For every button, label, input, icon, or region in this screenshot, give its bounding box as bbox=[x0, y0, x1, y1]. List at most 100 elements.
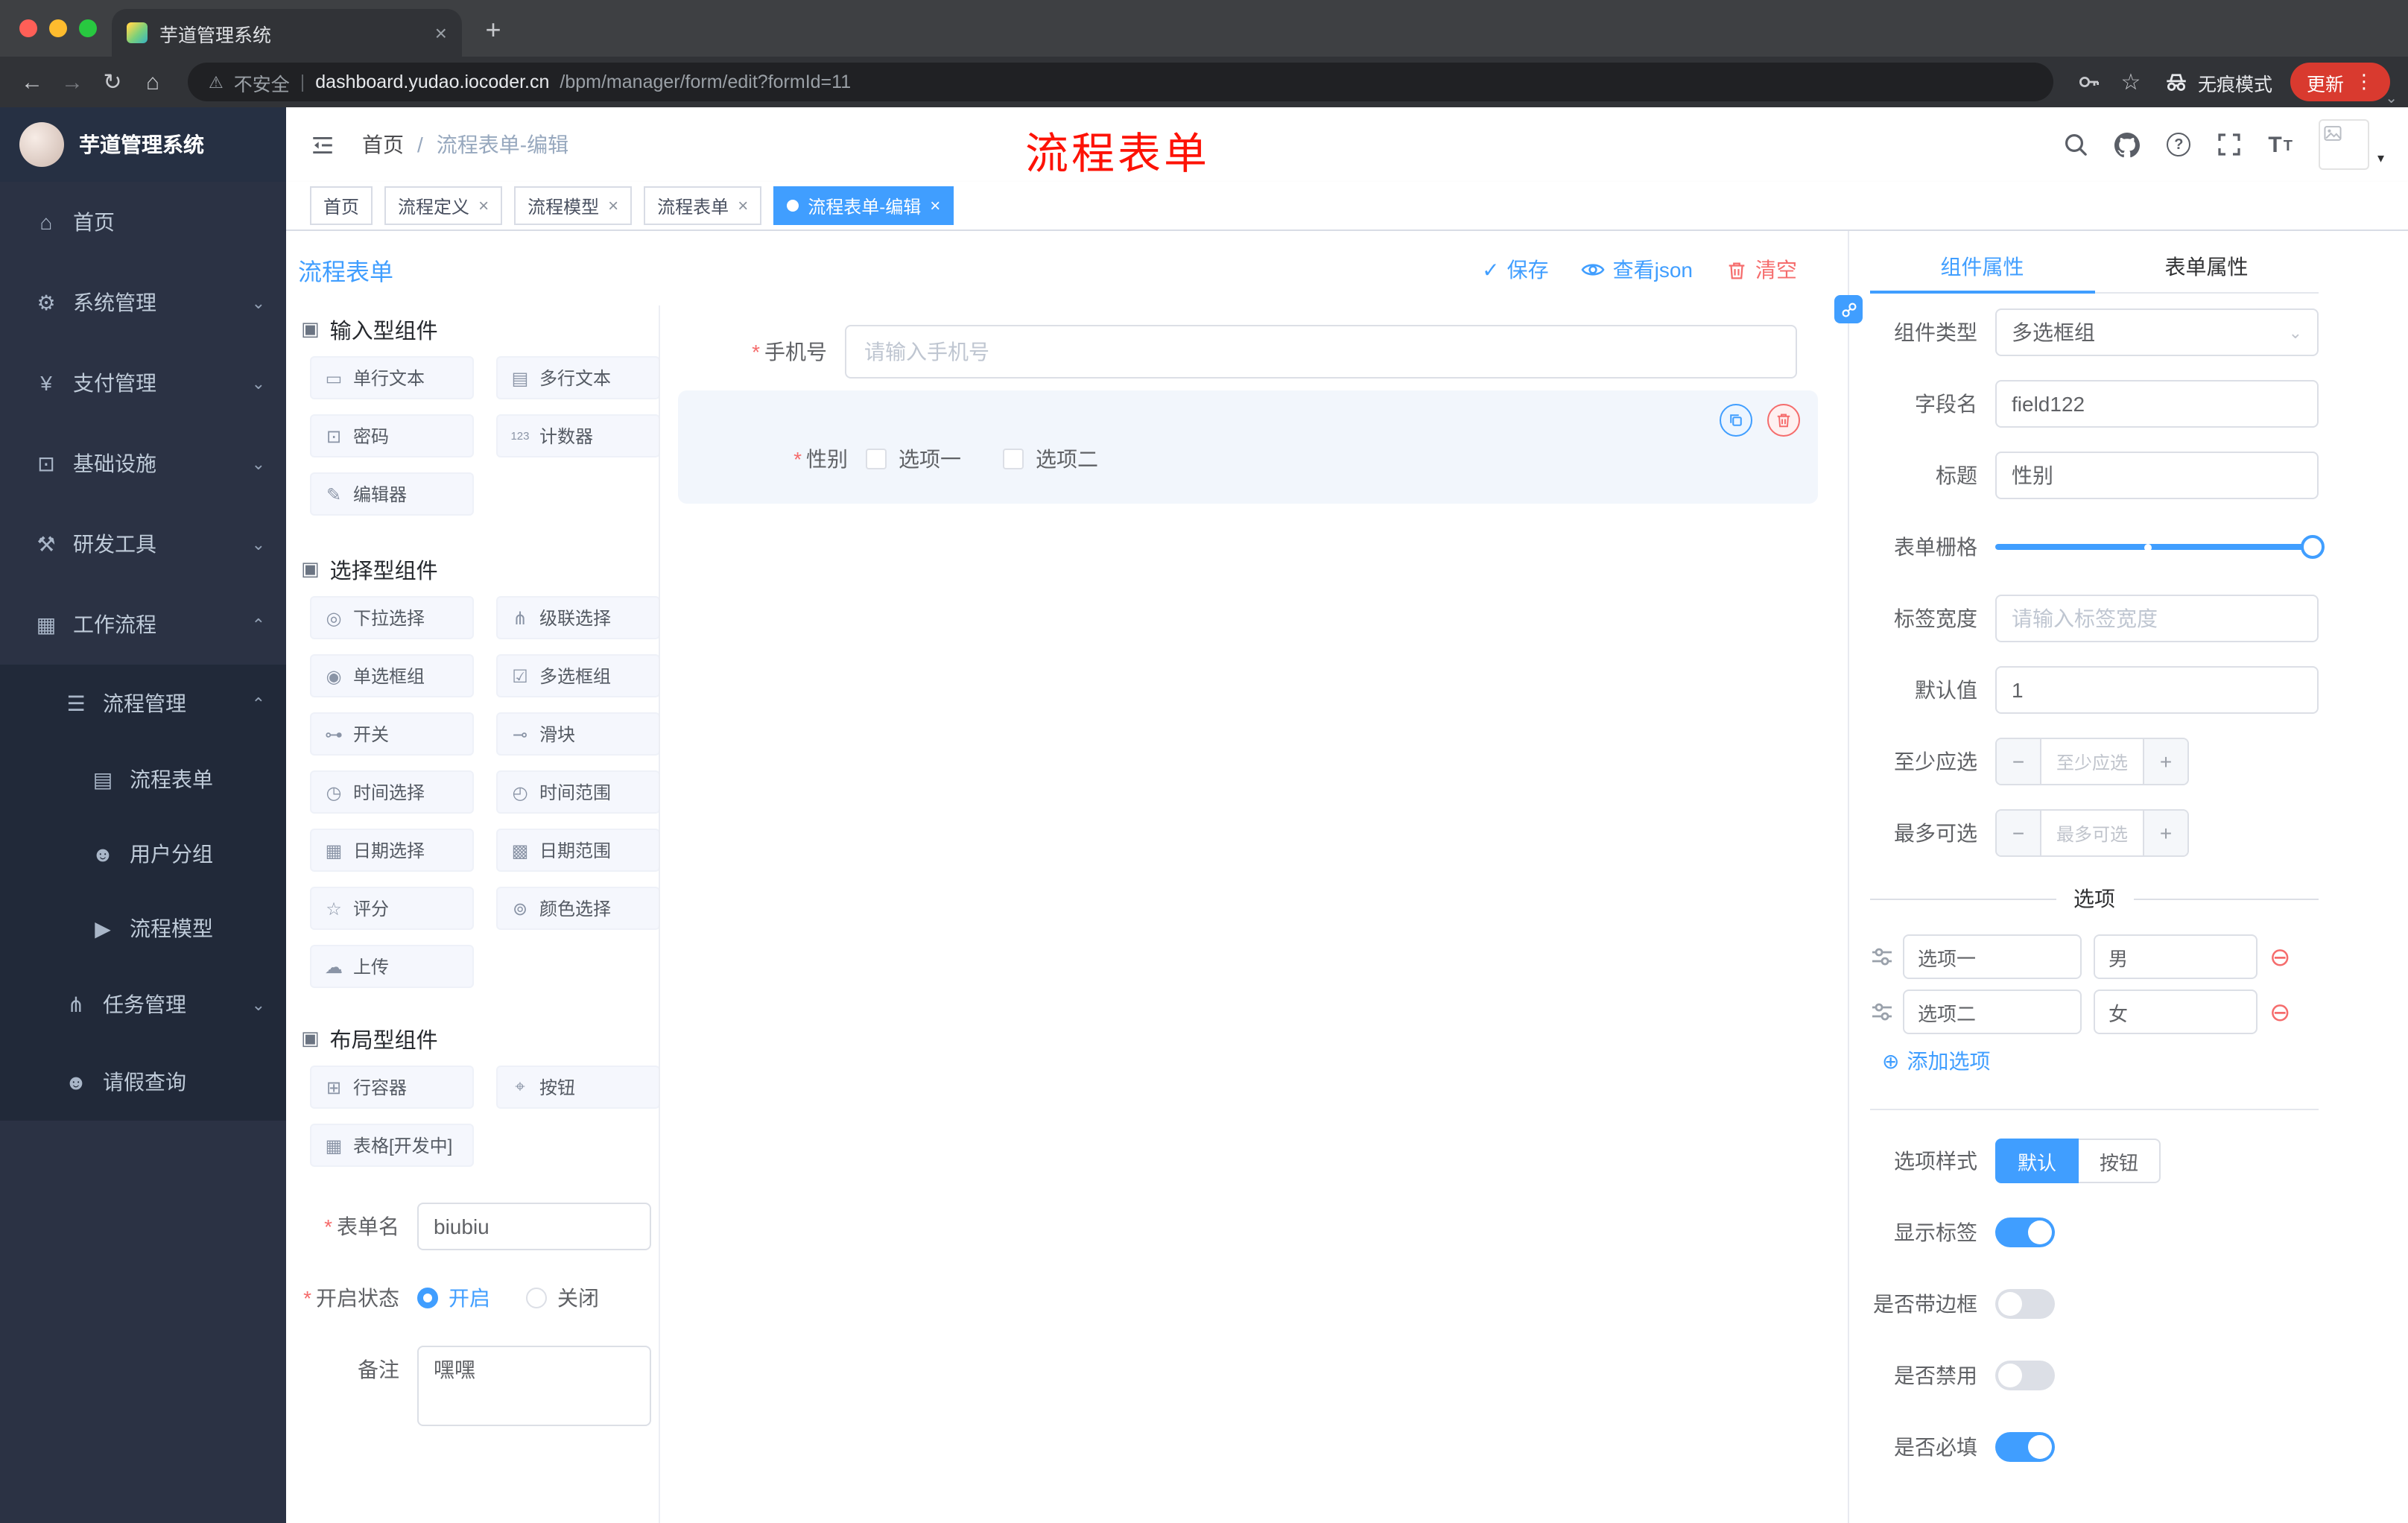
style-button-button[interactable]: 按钮 bbox=[2079, 1139, 2161, 1183]
tag-home[interactable]: 首页 bbox=[310, 186, 373, 225]
palette-item-checkbox-group[interactable]: ☑ 多选框组 bbox=[496, 654, 659, 697]
phone-input[interactable] bbox=[845, 325, 1797, 379]
option-value-input[interactable] bbox=[2094, 934, 2258, 979]
drag-handle-icon[interactable] bbox=[1870, 945, 1894, 969]
tag-process-form-edit[interactable]: 流程表单-编辑 × bbox=[773, 186, 954, 225]
view-json-button[interactable]: 查看json bbox=[1582, 255, 1693, 285]
browser-menu-icon[interactable]: ⋮ bbox=[2354, 70, 2374, 94]
checkbox-option-1[interactable]: 选项一 bbox=[866, 444, 961, 474]
close-icon[interactable]: × bbox=[608, 195, 618, 216]
close-icon[interactable]: × bbox=[930, 195, 940, 216]
browser-tab[interactable]: 芋道管理系统 × bbox=[112, 9, 462, 57]
sidebar-item-home[interactable]: ⌂ 首页 bbox=[0, 182, 286, 262]
radio-off[interactable]: 关闭 bbox=[526, 1283, 599, 1313]
sidebar-item-system-management[interactable]: ⚙ 系统管理 ⌄ bbox=[0, 262, 286, 343]
sidebar-item-workflow[interactable]: ▦ 工作流程 ⌃ bbox=[0, 584, 286, 665]
help-icon[interactable]: ? bbox=[2167, 133, 2191, 156]
palette-item-multi-line-text[interactable]: ▤ 多行文本 bbox=[496, 356, 659, 399]
sidebar-item-leave-query[interactable]: ☻ 请假查询 bbox=[0, 1043, 286, 1121]
delete-widget-button[interactable] bbox=[1767, 404, 1800, 437]
new-tab-button[interactable]: + bbox=[474, 10, 513, 49]
title-input[interactable] bbox=[1995, 452, 2319, 499]
tag-process-model[interactable]: 流程模型 × bbox=[514, 186, 633, 225]
palette-item-slider[interactable]: ⊸ 滑块 bbox=[496, 712, 659, 756]
palette-item-color-picker[interactable]: ⊚ 颜色选择 bbox=[496, 887, 659, 930]
browser-home-icon[interactable]: ⌂ bbox=[133, 69, 173, 95]
remove-option-icon[interactable]: ⊖ bbox=[2269, 999, 2291, 1025]
address-bar[interactable]: ⚠ 不安全 | dashboard.yudao.iocoder.cn /bpm/… bbox=[188, 63, 2053, 101]
field-name-input[interactable] bbox=[1995, 380, 2319, 428]
back-icon[interactable]: ← bbox=[12, 69, 52, 95]
checkbox-icon[interactable] bbox=[866, 449, 887, 469]
sidebar-item-process-model[interactable]: ▶ 流程模型 bbox=[0, 891, 286, 966]
palette-item-time-picker[interactable]: ◷ 时间选择 bbox=[310, 770, 474, 814]
disabled-toggle[interactable] bbox=[1995, 1361, 2055, 1390]
tab-close-icon[interactable]: × bbox=[435, 21, 447, 45]
min-checked-placeholder[interactable]: 至少应选 bbox=[2041, 739, 2143, 784]
palette-item-cascader[interactable]: ⋔ 级联选择 bbox=[496, 596, 659, 639]
form-remark-input[interactable]: 嘿嘿 bbox=[417, 1346, 651, 1426]
password-key-icon[interactable] bbox=[2068, 70, 2110, 94]
close-icon[interactable]: × bbox=[478, 195, 489, 216]
radio-on[interactable]: 开启 bbox=[417, 1283, 490, 1313]
selected-widget-gender[interactable]: * 性别 选项一 选项二 bbox=[678, 390, 1818, 504]
sidebar-item-payment-management[interactable]: ¥ 支付管理 ⌄ bbox=[0, 343, 286, 423]
reload-icon[interactable]: ↻ bbox=[92, 69, 133, 95]
security-label[interactable]: 不安全 bbox=[234, 68, 290, 96]
search-icon[interactable] bbox=[2064, 133, 2088, 156]
palette-item-select[interactable]: ◎ 下拉选择 bbox=[310, 596, 474, 639]
option-value-input[interactable] bbox=[2094, 990, 2258, 1034]
tag-process-form[interactable]: 流程表单 × bbox=[644, 186, 762, 225]
palette-item-button[interactable]: ⌖ 按钮 bbox=[496, 1066, 659, 1109]
copy-widget-button[interactable] bbox=[1720, 404, 1752, 437]
breadcrumb-home[interactable]: 首页 bbox=[362, 130, 404, 159]
show-label-toggle[interactable] bbox=[1995, 1218, 2055, 1247]
minimize-window-button[interactable] bbox=[49, 19, 67, 37]
close-icon[interactable]: × bbox=[738, 195, 748, 216]
sidebar-toggle-icon[interactable] bbox=[310, 132, 335, 157]
palette-item-row-container[interactable]: ⊞ 行容器 bbox=[310, 1066, 474, 1109]
component-type-select[interactable]: 多选框组 ⌄ bbox=[1995, 308, 2319, 356]
remove-option-icon[interactable]: ⊖ bbox=[2269, 944, 2291, 969]
sidebar-item-process-management[interactable]: ☰ 流程管理 ⌃ bbox=[0, 665, 286, 742]
phone-field-row[interactable]: * 手机号 bbox=[678, 325, 1818, 379]
palette-item-date-picker[interactable]: ▦ 日期选择 bbox=[310, 829, 474, 872]
tab-component-props[interactable]: 组件属性 bbox=[1870, 249, 2094, 292]
sidebar-item-infrastructure[interactable]: ⊡ 基础设施 ⌄ bbox=[0, 423, 286, 504]
increase-button[interactable]: + bbox=[2143, 739, 2187, 784]
sidebar-item-task-management[interactable]: ⋔ 任务管理 ⌄ bbox=[0, 966, 286, 1043]
palette-item-radio-group[interactable]: ◉ 单选框组 bbox=[310, 654, 474, 697]
palette-item-rate[interactable]: ☆ 评分 bbox=[310, 887, 474, 930]
update-button[interactable]: 更新 ⋮ bbox=[2290, 63, 2390, 101]
palette-item-single-line-text[interactable]: ▭ 单行文本 bbox=[310, 356, 474, 399]
palette-item-switch[interactable]: ⊶ 开关 bbox=[310, 712, 474, 756]
default-value-input[interactable] bbox=[1995, 666, 2319, 714]
app-logo[interactable]: 芋道管理系统 bbox=[0, 107, 286, 182]
user-menu[interactable]: ▾ bbox=[2319, 119, 2384, 170]
form-name-input[interactable] bbox=[417, 1203, 651, 1250]
max-checked-placeholder[interactable]: 最多可选 bbox=[2041, 811, 2143, 855]
slider-handle[interactable] bbox=[2301, 535, 2325, 559]
grid-slider[interactable] bbox=[1995, 523, 2325, 571]
palette-item-time-range[interactable]: ◴ 时间范围 bbox=[496, 770, 659, 814]
add-option-button[interactable]: ⊕ 添加选项 bbox=[1882, 1046, 2319, 1076]
github-icon[interactable] bbox=[2114, 132, 2141, 157]
drag-handle-icon[interactable] bbox=[1870, 1000, 1894, 1024]
tab-form-props[interactable]: 表单属性 bbox=[2094, 249, 2319, 292]
decrease-button[interactable]: − bbox=[1997, 739, 2041, 784]
fullscreen-icon[interactable] bbox=[2217, 133, 2241, 156]
increase-button[interactable]: + bbox=[2143, 811, 2187, 855]
sidebar-item-dev-tools[interactable]: ⚒ 研发工具 ⌄ bbox=[0, 504, 286, 584]
style-default-button[interactable]: 默认 bbox=[1995, 1139, 2079, 1183]
sidebar-item-user-group[interactable]: ☻ 用户分组 bbox=[0, 817, 286, 891]
decrease-button[interactable]: − bbox=[1997, 811, 2041, 855]
sidebar-item-process-form[interactable]: ▤ 流程表单 bbox=[0, 742, 286, 817]
palette-item-date-range[interactable]: ▩ 日期范围 bbox=[496, 829, 659, 872]
option-label-input[interactable] bbox=[1903, 990, 2082, 1034]
font-size-icon[interactable]: T T bbox=[2268, 133, 2293, 156]
avatar[interactable] bbox=[2319, 119, 2370, 170]
palette-item-table[interactable]: ▦ 表格[开发中] bbox=[310, 1124, 474, 1167]
palette-item-editor[interactable]: ✎ 编辑器 bbox=[310, 472, 474, 516]
forward-icon[interactable]: → bbox=[52, 69, 92, 95]
border-toggle[interactable] bbox=[1995, 1289, 2055, 1319]
